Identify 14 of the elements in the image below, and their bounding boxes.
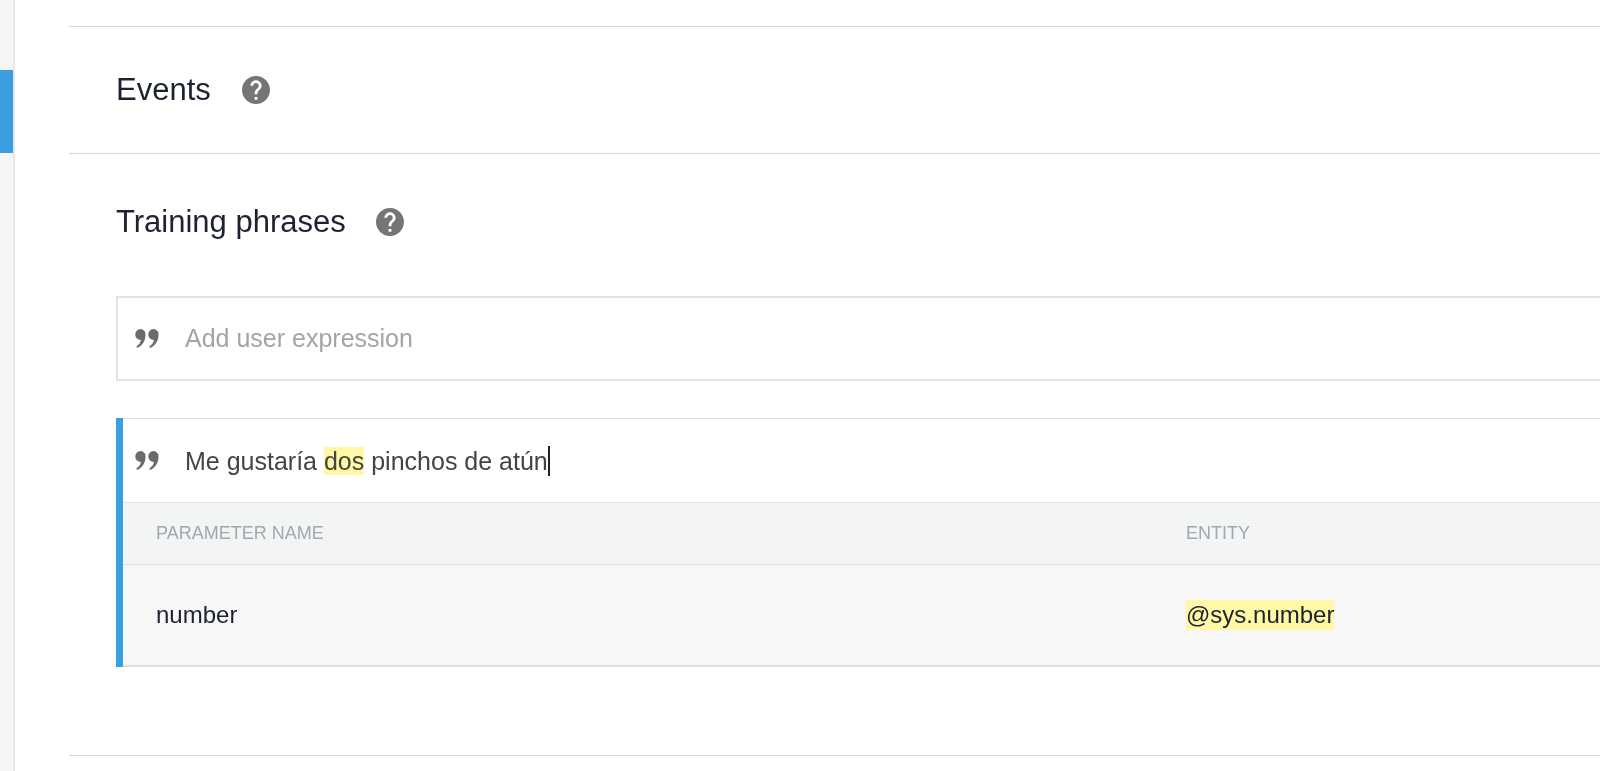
phrase-text[interactable]: Me gustaría dos pinchos de atún <box>185 444 548 477</box>
column-header: ENTITY <box>1186 523 1250 544</box>
quote-icon <box>135 451 159 470</box>
column-header: PARAMETER NAME <box>156 523 324 544</box>
entity-label: @sys.number <box>1186 600 1335 630</box>
help-icon[interactable] <box>375 208 404 236</box>
section-title: Events <box>116 72 211 108</box>
quote-icon <box>135 329 159 348</box>
help-icon[interactable] <box>241 76 270 104</box>
table-cell: number <box>156 600 238 630</box>
add-expression-field[interactable]: Add user expression <box>116 296 1600 381</box>
training-phrase-card[interactable]: Me gustaría dos pinchos de atún PARAMETER NAME ENTITY number @sys.number <box>116 418 1600 667</box>
table-row[interactable]: number @sys.number <box>123 565 1600 667</box>
section-title: Training phrases <box>116 204 346 240</box>
